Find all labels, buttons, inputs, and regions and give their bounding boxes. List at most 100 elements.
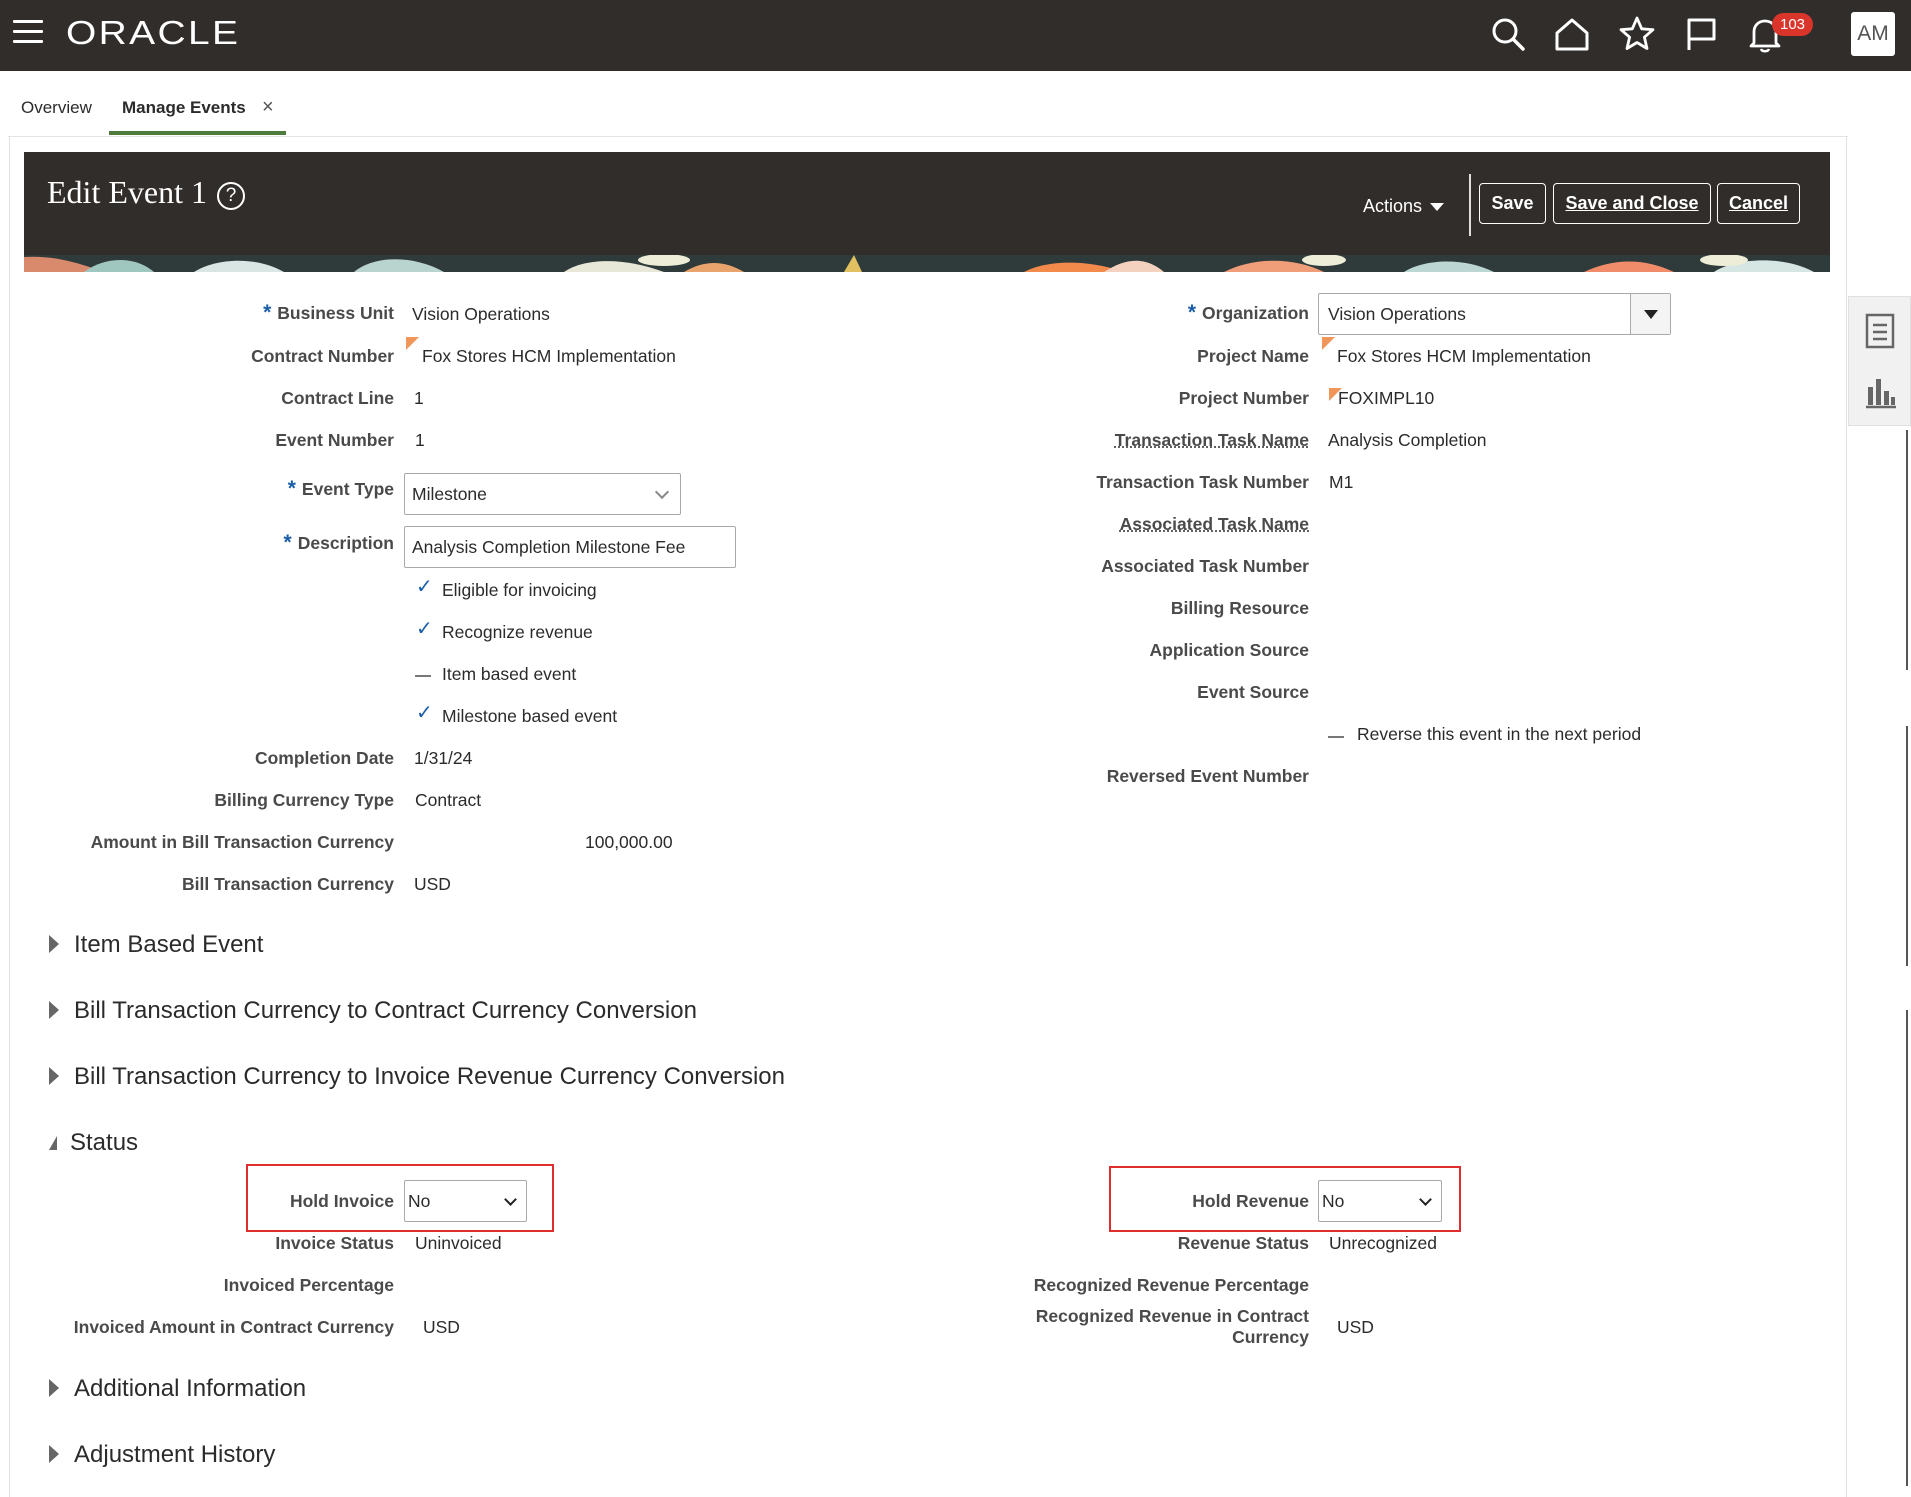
- item-based-event-label: Item based event: [442, 664, 577, 684]
- transaction-task-number-label: Transaction Task Number: [1096, 472, 1309, 492]
- scrollbar-track[interactable]: [1906, 726, 1908, 966]
- description-input[interactable]: Analysis Completion Milestone Fee: [404, 526, 736, 568]
- completion-date-value: 1/31/24: [414, 748, 473, 768]
- expand-icon: [49, 1379, 59, 1397]
- chevron-down-icon: [504, 1193, 517, 1206]
- project-number-value[interactable]: FOXIMPL10: [1338, 388, 1434, 409]
- additional-information-heading: Additional Information: [74, 1375, 307, 1402]
- invoice-status-label: Invoice Status: [275, 1233, 394, 1253]
- invoiced-amount-value: USD: [423, 1317, 460, 1337]
- hold-revenue-select[interactable]: No: [1318, 1180, 1442, 1222]
- cancel-button[interactable]: Cancel: [1717, 183, 1800, 224]
- caret-down-icon: [1644, 310, 1658, 319]
- reverse-event-checkbox[interactable]: [1328, 736, 1344, 738]
- transaction-task-name-value: Analysis Completion: [1328, 430, 1487, 450]
- recognized-percentage-label: Recognized Revenue Percentage: [1033, 1275, 1309, 1295]
- completion-date-label: Completion Date: [254, 748, 394, 768]
- bill-currency-value: USD: [414, 874, 451, 894]
- item-based-event-checkbox[interactable]: [415, 675, 431, 677]
- project-name-value[interactable]: Fox Stores HCM Implementation: [1337, 346, 1591, 367]
- recognized-revenue-label-line2: Currency: [1232, 1327, 1309, 1347]
- hold-revenue-label: Hold Revenue: [1192, 1191, 1309, 1211]
- milestone-based-label: Milestone based event: [442, 706, 618, 726]
- item-based-event-heading: Item Based Event: [74, 931, 264, 958]
- scrollbar-track[interactable]: [1906, 430, 1908, 670]
- active-tab-indicator: [109, 131, 286, 135]
- event-type-select[interactable]: Milestone: [404, 473, 681, 515]
- flag-marker-icon: [1322, 337, 1335, 350]
- additional-information-section[interactable]: Additional Information: [49, 1375, 306, 1403]
- business-unit-value: Vision Operations: [412, 304, 550, 324]
- expand-icon: [49, 1067, 59, 1085]
- project-number-label: Project Number: [1178, 388, 1309, 408]
- flag-marker-icon: [406, 337, 419, 350]
- transaction-task-name-label: Transaction Task Name: [1114, 430, 1309, 450]
- adjustment-history-section[interactable]: Adjustment History: [49, 1441, 275, 1469]
- hold-invoice-value: No: [408, 1191, 431, 1211]
- required-indicator: *: [283, 531, 292, 554]
- bill-currency-label: Bill Transaction Currency: [181, 874, 394, 894]
- billing-currency-type-value: Contract: [415, 790, 482, 810]
- recognized-revenue-label-line1: Recognized Revenue in Contract: [1035, 1306, 1309, 1326]
- chevron-down-icon: [654, 484, 670, 500]
- recognize-revenue-checkbox[interactable]: ✓: [416, 616, 433, 641]
- help-icon[interactable]: ?: [217, 182, 245, 210]
- search-icon[interactable]: [1488, 14, 1528, 54]
- tab-manage-events[interactable]: Manage Events: [122, 98, 246, 118]
- milestone-based-checkbox[interactable]: ✓: [416, 700, 433, 725]
- collapse-icon: [49, 1136, 57, 1150]
- business-unit-label: * Business Unit: [263, 301, 394, 325]
- save-and-close-button[interactable]: Save and Close: [1553, 183, 1711, 224]
- status-heading: Status: [70, 1129, 139, 1156]
- user-avatar[interactable]: AM: [1851, 12, 1895, 56]
- amount-value: 100,000.00: [585, 832, 673, 852]
- dropdown-button[interactable]: [1630, 294, 1670, 334]
- header-separator: [1469, 174, 1471, 236]
- menu-icon[interactable]: [13, 20, 43, 44]
- adjustment-history-heading: Adjustment History: [74, 1441, 276, 1468]
- recognize-revenue-label: Recognize revenue: [442, 622, 593, 642]
- event-source-label: Event Source: [1197, 682, 1309, 702]
- invoiced-percentage-label: Invoiced Percentage: [223, 1275, 394, 1295]
- eligible-invoicing-label: Eligible for invoicing: [442, 580, 597, 600]
- project-name-label: Project Name: [1197, 346, 1309, 366]
- bar-chart-icon[interactable]: [1863, 371, 1897, 411]
- revenue-status-value: Unrecognized: [1329, 1233, 1437, 1253]
- hold-invoice-label: Hold Invoice: [289, 1191, 394, 1211]
- expand-icon: [49, 1445, 59, 1463]
- event-number-label: Event Number: [275, 430, 394, 450]
- status-section[interactable]: Status: [49, 1129, 138, 1157]
- notification-badge: 103: [1772, 13, 1814, 36]
- contract-line-label: Contract Line: [281, 388, 394, 408]
- invoice-status-value: Uninvoiced: [415, 1233, 502, 1253]
- close-tab-icon[interactable]: ×: [262, 96, 274, 119]
- revenue-status-label: Revenue Status: [1177, 1233, 1309, 1253]
- item-based-event-section[interactable]: Item Based Event: [49, 931, 263, 959]
- bill-to-invoice-section[interactable]: Bill Transaction Currency to Invoice Rev…: [49, 1063, 785, 1091]
- home-icon[interactable]: [1552, 14, 1592, 54]
- bill-to-contract-heading: Bill Transaction Currency to Contract Cu…: [74, 997, 697, 1024]
- organization-value: Vision Operations: [1328, 304, 1466, 324]
- contract-number-value[interactable]: Fox Stores HCM Implementation: [422, 346, 676, 367]
- expand-icon: [49, 1001, 59, 1019]
- tab-overview[interactable]: Overview: [21, 98, 92, 118]
- required-indicator: *: [287, 477, 296, 500]
- bill-to-invoice-heading: Bill Transaction Currency to Invoice Rev…: [74, 1063, 785, 1090]
- bill-to-contract-section[interactable]: Bill Transaction Currency to Contract Cu…: [49, 997, 697, 1025]
- flag-icon[interactable]: [1681, 14, 1721, 54]
- reverse-event-label: Reverse this event in the next period: [1357, 724, 1642, 744]
- scrollbar-track[interactable]: [1906, 1010, 1908, 1486]
- document-icon[interactable]: [1863, 311, 1897, 351]
- page-title: Edit Event 1: [47, 174, 207, 210]
- chevron-down-icon: [1419, 1193, 1432, 1206]
- contract-number-label: Contract Number: [251, 346, 394, 366]
- actions-menu[interactable]: Actions: [1363, 196, 1445, 217]
- organization-select[interactable]: Vision Operations: [1318, 293, 1671, 335]
- business-unit-label-text: Business Unit: [277, 303, 394, 323]
- save-button[interactable]: Save: [1479, 183, 1546, 224]
- invoiced-amount-label: Invoiced Amount in Contract Currency: [73, 1317, 394, 1337]
- star-icon[interactable]: [1617, 14, 1657, 54]
- reversed-event-number-label: Reversed Event Number: [1106, 766, 1309, 786]
- eligible-invoicing-checkbox[interactable]: ✓: [416, 574, 433, 599]
- hold-invoice-select[interactable]: No: [404, 1180, 527, 1222]
